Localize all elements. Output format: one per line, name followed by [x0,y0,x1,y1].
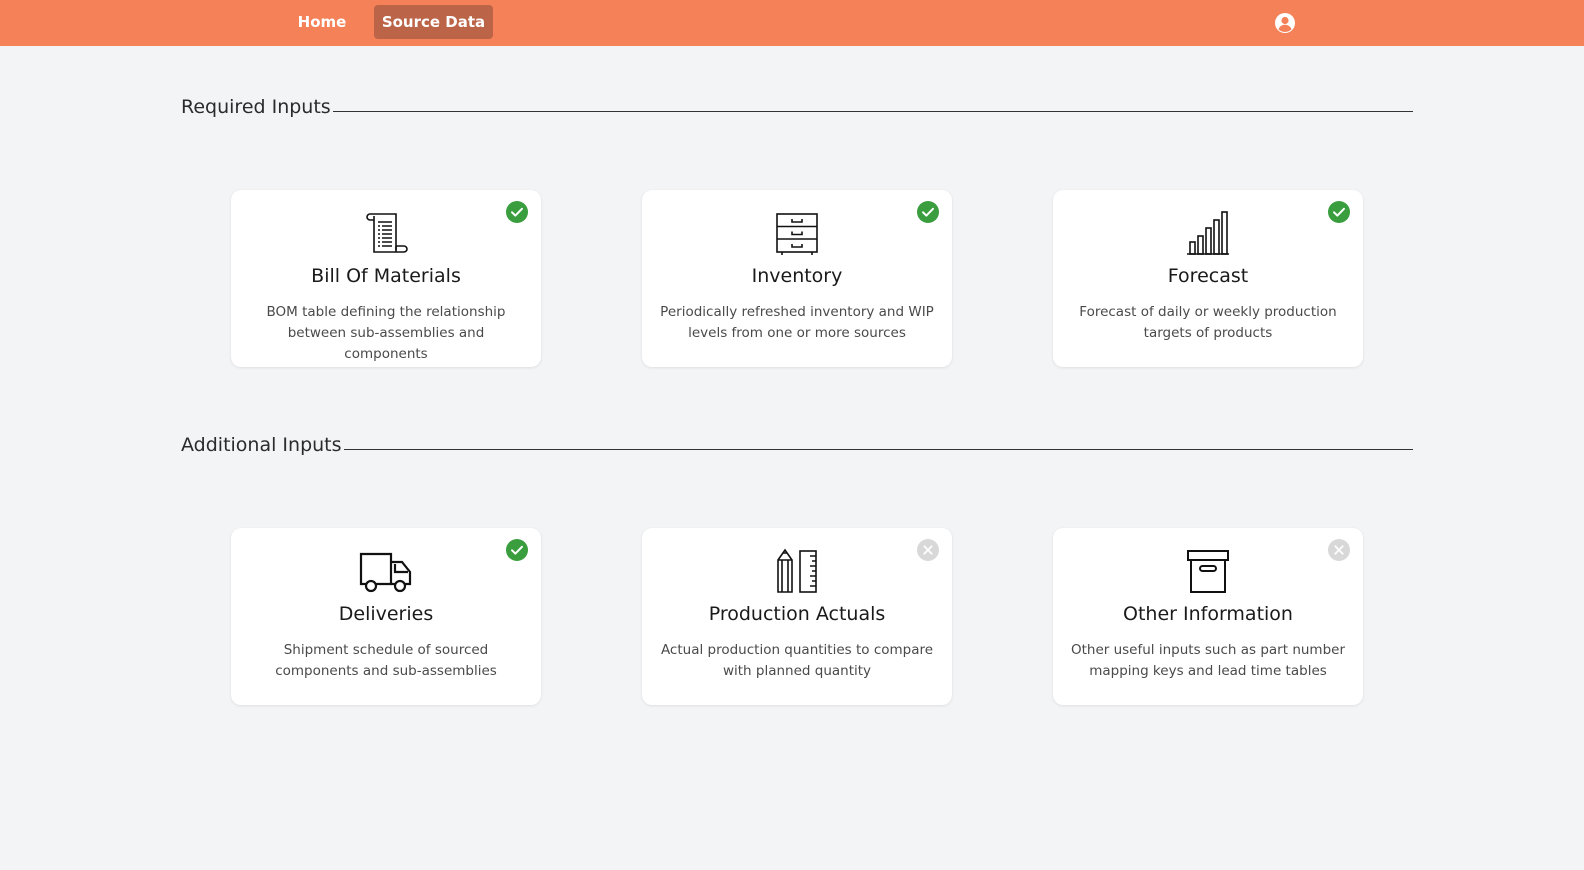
card-title: Production Actuals [708,603,886,625]
card-description: BOM table defining the relationship betw… [266,304,506,362]
card-title: Other Information [1123,603,1293,625]
section-divider [322,111,1413,112]
card-title: Bill Of Materials [311,265,461,287]
bar-chart-icon [1187,211,1229,255]
required-inputs-heading: Required Inputs [181,96,333,118]
card-title: Deliveries [338,603,434,625]
card-forecast[interactable]: Forecast Forecast of daily or weekly pro… [1053,190,1363,367]
status-complete-check-icon [1328,201,1350,223]
card-production-actuals[interactable]: Production Actuals Actual production qua… [642,528,952,705]
card-title: Inventory [751,265,843,287]
status-complete-check-icon [917,201,939,223]
card-description: Periodically refreshed inventory and WIP… [660,304,934,341]
user-account-icon[interactable] [1274,12,1296,34]
card-deliveries[interactable]: Deliveries Shipment schedule of sourced … [231,528,541,705]
scroll-document-icon [366,213,408,253]
nav-source-data-link[interactable]: Source Data [374,5,493,39]
status-missing-x-icon [1328,539,1350,561]
truck-icon [359,552,412,593]
card-description: Other useful inputs such as part number … [1070,642,1346,679]
nav-home-link[interactable]: Home [282,5,362,39]
card-description: Actual production quantities to compare … [660,642,934,679]
status-complete-check-icon [506,201,528,223]
card-description: Shipment schedule of sourced components … [275,642,497,679]
card-description: Forecast of daily or weekly production t… [1079,304,1337,341]
card-title: Forecast [1167,265,1249,287]
pencil-ruler-icon [777,548,817,593]
card-inventory[interactable]: Inventory Periodically refreshed invento… [642,190,952,367]
status-missing-x-icon [917,539,939,561]
top-navbar: Home Source Data [0,0,1584,46]
status-complete-check-icon [506,539,528,561]
card-other-information[interactable]: Other Information Other useful inputs su… [1053,528,1363,705]
card-bill-of-materials[interactable]: Bill Of Materials BOM table defining the… [231,190,541,367]
archive-box-icon [1187,550,1229,593]
section-divider [334,449,1413,450]
cabinet-drawers-icon [776,213,818,255]
additional-inputs-heading: Additional Inputs [181,434,344,456]
